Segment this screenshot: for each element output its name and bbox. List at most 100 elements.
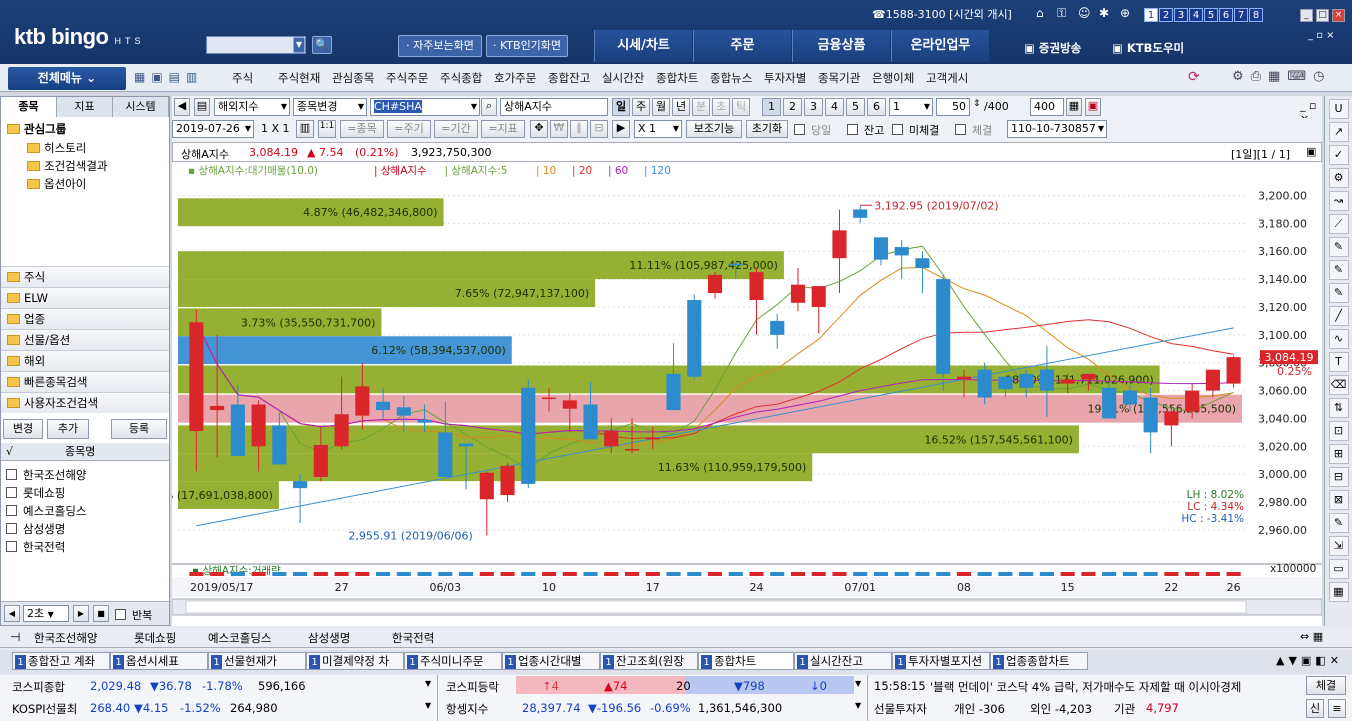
quick-stock-3[interactable]: 삼성생명	[308, 630, 350, 646]
trend-icon[interactable]: ⟋	[1328, 214, 1349, 234]
settings-icon[interactable]: ⚙	[1328, 168, 1349, 188]
table-icon[interactable]: ▦	[1328, 582, 1349, 602]
register-button[interactable]: 등록	[111, 419, 167, 439]
unit-select[interactable]: 1 ▼	[889, 98, 933, 116]
range-2[interactable]: 2	[783, 98, 802, 116]
menu-item-4[interactable]: 주식종합	[440, 70, 482, 86]
period-2[interactable]: 월	[652, 98, 670, 116]
rect-icon[interactable]: ▭	[1328, 559, 1349, 579]
menu-item-11[interactable]: 종목기관	[818, 70, 860, 86]
check-icon[interactable]: ✓	[1328, 145, 1349, 165]
updown-icon[interactable]: ⇅	[1328, 398, 1349, 418]
task-3[interactable]: 1 미결제약정 차	[306, 652, 404, 670]
screen-tab-6[interactable]: 6	[1219, 8, 1233, 22]
sub-minimize-icon[interactable]: _ ▫ ×	[1308, 30, 1335, 41]
tree-condition[interactable]: 조건검색결과	[27, 158, 107, 174]
task-10[interactable]: 1 업종종합차트	[990, 652, 1088, 670]
check-filled[interactable]: 체결	[955, 122, 992, 138]
menu-item-9[interactable]: 종합뉴스	[710, 70, 752, 86]
total-input[interactable]: 400	[1030, 98, 1064, 116]
ticker-dropdown-icon-3[interactable]: ▼	[855, 679, 861, 688]
search-icon[interactable]: 🔍	[312, 36, 332, 54]
row-checkbox[interactable]	[6, 469, 17, 480]
category-5[interactable]: 빠른종목검색	[1, 371, 169, 392]
spin-icon[interactable]: ⇕	[973, 99, 981, 109]
screen-tab-3[interactable]: 3	[1174, 8, 1188, 22]
menu-item-13[interactable]: 고객게시	[926, 70, 968, 86]
change-button[interactable]: 변경	[3, 419, 43, 439]
ticker-advance-decline[interactable]: 코스피등락	[446, 679, 499, 695]
task-5[interactable]: 1 업종시간대별	[502, 652, 600, 670]
row-checkbox[interactable]	[6, 541, 17, 552]
period-6[interactable]: 틱	[732, 98, 750, 116]
screen-icon[interactable]: ⊕	[1120, 6, 1130, 20]
scale-11-icon[interactable]: 1:1	[318, 120, 336, 138]
sync-button-0[interactable]: =종목	[340, 120, 384, 138]
market-select[interactable]: 해외지수 ▼	[214, 98, 290, 116]
check-balance[interactable]: 잔고	[847, 122, 884, 138]
quick-popular-button[interactable]: · KTB인기화면	[486, 35, 568, 57]
category-0[interactable]: 주식	[1, 266, 169, 287]
restore-icon[interactable]: □	[1316, 9, 1329, 22]
pin-icon[interactable]: ⊣	[10, 630, 20, 644]
screen-tab-5[interactable]: 5	[1204, 8, 1218, 22]
group-root[interactable]: 관심그룹	[7, 121, 66, 137]
account-select[interactable]: 110-10-730857 ▼	[1007, 120, 1107, 138]
price-chart[interactable]: 3,200.00 3,180.00 3,160.00 3,140.00 3,120.00…	[172, 162, 1322, 626]
cross-icon[interactable]: ⊠	[1328, 490, 1349, 510]
init-button[interactable]: 초기화	[746, 120, 788, 138]
quick-favorite-button[interactable]: · 자주보는화면	[398, 35, 482, 57]
menu-item-8[interactable]: 종합차트	[656, 70, 698, 86]
interval-select[interactable]: 2초 ▼	[23, 605, 69, 622]
row-checkbox[interactable]	[6, 505, 17, 516]
period-1[interactable]: 주	[632, 98, 650, 116]
ticker-dropdown-icon[interactable]: ▼	[425, 679, 431, 688]
stock-row[interactable]: 한국전력	[6, 539, 65, 555]
check-today[interactable]: 당일	[794, 122, 831, 138]
broadcast-button[interactable]: ▣ 증권방송	[1024, 40, 1081, 56]
lock-icon[interactable]: ⚿	[1057, 6, 1066, 21]
top-search-combo[interactable]	[206, 36, 306, 54]
code-input[interactable]: CH#SHA ▼	[370, 98, 480, 116]
ticker-dropdown-icon-2[interactable]: ▼	[425, 701, 431, 710]
box-icon[interactable]: ⊡	[1328, 421, 1349, 441]
prev-icon[interactable]: ◀	[4, 605, 20, 622]
category-1[interactable]: ELW	[1, 287, 169, 308]
range-1[interactable]: 1	[762, 98, 781, 116]
search-icon[interactable]: ⌕	[481, 98, 497, 116]
credit-button[interactable]: 신	[1306, 699, 1324, 718]
stock-row[interactable]: 한국조선해양	[6, 467, 86, 483]
user-icon[interactable]: ☺	[1078, 6, 1091, 20]
category-4[interactable]: 해외	[1, 350, 169, 371]
ticker-dropdown-icon-4[interactable]: ▼	[855, 701, 861, 710]
menu-item-7[interactable]: 실시간잔	[602, 70, 644, 86]
menu-item-3[interactable]: 주식주문	[386, 70, 428, 86]
task-0[interactable]: 1 종합잔고 계좌	[12, 652, 110, 670]
quick-stock-0[interactable]: 한국조선해양	[34, 630, 97, 646]
period-0[interactable]: 일	[612, 98, 630, 116]
screen-tab-2[interactable]: 2	[1159, 8, 1173, 22]
sync-button-1[interactable]: =주기	[387, 120, 431, 138]
line-icon[interactable]: ∥	[570, 120, 588, 138]
task-9[interactable]: 1 투자자별포지션	[892, 652, 990, 670]
curve-icon[interactable]: ↝	[1328, 191, 1349, 211]
menu-item-1[interactable]: 주식현재	[278, 70, 320, 86]
menu-util-icons[interactable]: ⚙⎙▦⌨◷	[1232, 69, 1331, 84]
tree-option[interactable]: 옵션아이	[27, 176, 86, 192]
tab-system[interactable]: 시스템	[113, 97, 169, 117]
pencil-icon[interactable]: ✎	[1328, 513, 1349, 533]
task-8[interactable]: 1 실시간잔고	[794, 652, 892, 670]
task-6[interactable]: 1 잔고조회(원장	[600, 652, 698, 670]
grid-icon[interactable]: ⊞	[1328, 444, 1349, 464]
scale-1-icon[interactable]: ▥	[296, 120, 314, 138]
task-2[interactable]: 1 선물현재가	[208, 652, 306, 670]
stock-row[interactable]: 삼성생명	[6, 521, 65, 537]
line-icon[interactable]: ╱	[1328, 306, 1349, 326]
menu-tool-icons[interactable]: ▦▣▤▥	[134, 70, 203, 84]
tab-quote-chart[interactable]: 시세/차트	[594, 30, 692, 62]
menu-item-0[interactable]: 주식	[232, 70, 253, 86]
close-icon[interactable]: ×	[1332, 9, 1345, 22]
quick-stock-2[interactable]: 예스코홀딩스	[208, 630, 271, 646]
tab-financial-products[interactable]: 금융상품	[792, 30, 890, 62]
category-6[interactable]: 사용자조건검색	[1, 392, 169, 413]
